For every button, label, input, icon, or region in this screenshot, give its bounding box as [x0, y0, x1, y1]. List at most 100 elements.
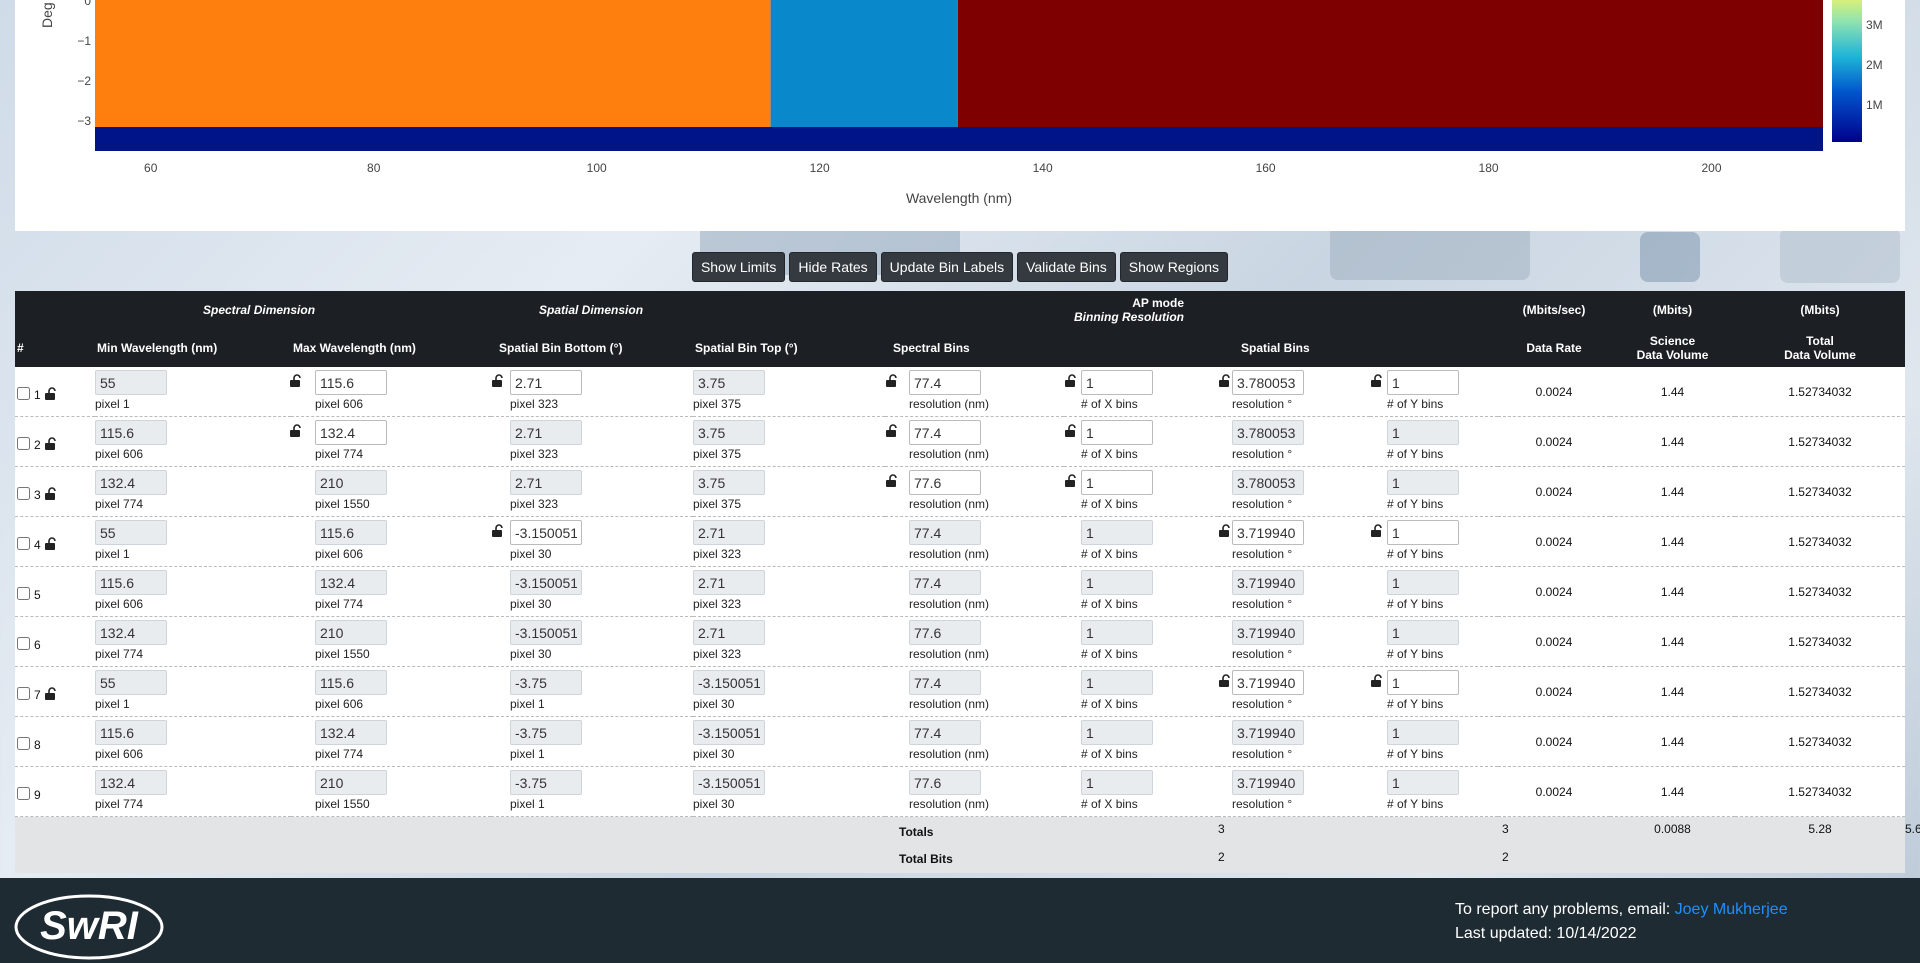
y-bins-input[interactable] [1387, 470, 1459, 495]
validate-bins-button[interactable]: Validate Bins [1017, 252, 1116, 282]
min-wavelength-input[interactable] [95, 470, 167, 495]
row-lock-icon[interactable] [44, 687, 57, 700]
spatial-bin-bottom-input[interactable] [510, 620, 582, 645]
row-select-checkbox[interactable] [17, 537, 30, 550]
unlock-icon[interactable] [1064, 374, 1078, 388]
min-wavelength-input[interactable] [95, 370, 167, 395]
spatial-bin-top-input[interactable] [693, 520, 765, 545]
row-select-checkbox[interactable] [17, 487, 30, 500]
spectral-resolution-input[interactable] [909, 720, 981, 745]
spatial-bin-top-input[interactable] [693, 370, 765, 395]
show-regions-button[interactable]: Show Regions [1119, 252, 1229, 282]
y-bins-input[interactable] [1387, 520, 1459, 545]
unlock-icon[interactable] [885, 374, 899, 388]
spectral-resolution-input[interactable] [909, 770, 981, 795]
x-bins-input[interactable] [1081, 720, 1153, 745]
spatial-bin-top-input[interactable] [693, 570, 765, 595]
spatial-resolution-input[interactable] [1232, 670, 1304, 695]
spectral-resolution-input[interactable] [909, 620, 981, 645]
contact-email-link[interactable]: Joey Mukherjee [1675, 901, 1788, 918]
row-lock-icon[interactable] [44, 437, 57, 450]
row-select-checkbox[interactable] [17, 587, 30, 600]
min-wavelength-input[interactable] [95, 620, 167, 645]
spatial-bin-bottom-input[interactable] [510, 670, 582, 695]
min-wavelength-input[interactable] [95, 670, 167, 695]
max-wavelength-input[interactable] [315, 720, 387, 745]
unlock-icon[interactable] [491, 374, 505, 388]
spatial-resolution-input[interactable] [1232, 420, 1304, 445]
spectral-resolution-input[interactable] [909, 670, 981, 695]
y-bins-input[interactable] [1387, 720, 1459, 745]
x-bins-input[interactable] [1081, 420, 1153, 445]
unlock-icon[interactable] [1370, 374, 1384, 388]
unlock-icon[interactable] [885, 424, 899, 438]
unlock-icon[interactable] [1370, 674, 1384, 688]
y-bins-input[interactable] [1387, 670, 1459, 695]
spatial-resolution-input[interactable] [1232, 470, 1304, 495]
spectral-resolution-input[interactable] [909, 570, 981, 595]
show-limits-button[interactable]: Show Limits [691, 252, 786, 282]
spectral-resolution-input[interactable] [909, 470, 981, 495]
unlock-icon[interactable] [289, 424, 303, 438]
unlock-icon[interactable] [1218, 374, 1232, 388]
spatial-bin-bottom-input[interactable] [510, 520, 582, 545]
row-select-checkbox[interactable] [17, 737, 30, 750]
x-bins-input[interactable] [1081, 470, 1153, 495]
spatial-bin-top-input[interactable] [693, 720, 765, 745]
max-wavelength-input[interactable] [315, 470, 387, 495]
row-select-checkbox[interactable] [17, 787, 30, 800]
y-bins-input[interactable] [1387, 620, 1459, 645]
row-lock-icon[interactable] [44, 487, 57, 500]
max-wavelength-input[interactable] [315, 520, 387, 545]
row-lock-icon[interactable] [44, 537, 57, 550]
spectral-resolution-input[interactable] [909, 420, 981, 445]
spatial-bin-top-input[interactable] [693, 420, 765, 445]
row-select-checkbox[interactable] [17, 387, 30, 400]
y-bins-input[interactable] [1387, 370, 1459, 395]
hide-rates-button[interactable]: Hide Rates [789, 252, 877, 282]
spectral-resolution-input[interactable] [909, 520, 981, 545]
row-select-checkbox[interactable] [17, 637, 30, 650]
max-wavelength-input[interactable] [315, 770, 387, 795]
spatial-bin-bottom-input[interactable] [510, 720, 582, 745]
spatial-resolution-input[interactable] [1232, 770, 1304, 795]
y-bins-input[interactable] [1387, 770, 1459, 795]
unlock-icon[interactable] [289, 374, 303, 388]
spatial-bin-bottom-input[interactable] [510, 420, 582, 445]
spatial-bin-top-input[interactable] [693, 670, 765, 695]
spatial-resolution-input[interactable] [1232, 570, 1304, 595]
spatial-resolution-input[interactable] [1232, 520, 1304, 545]
y-bins-input[interactable] [1387, 420, 1459, 445]
spatial-bin-bottom-input[interactable] [510, 370, 582, 395]
min-wavelength-input[interactable] [95, 720, 167, 745]
max-wavelength-input[interactable] [315, 620, 387, 645]
x-bins-input[interactable] [1081, 570, 1153, 595]
spatial-bin-top-input[interactable] [693, 770, 765, 795]
x-bins-input[interactable] [1081, 620, 1153, 645]
spatial-bin-top-input[interactable] [693, 620, 765, 645]
max-wavelength-input[interactable] [315, 420, 387, 445]
spatial-bin-top-input[interactable] [693, 470, 765, 495]
unlock-icon[interactable] [1370, 524, 1384, 538]
max-wavelength-input[interactable] [315, 570, 387, 595]
spatial-bin-bottom-input[interactable] [510, 570, 582, 595]
spectral-resolution-input[interactable] [909, 370, 981, 395]
spatial-bin-bottom-input[interactable] [510, 770, 582, 795]
unlock-icon[interactable] [1218, 524, 1232, 538]
x-bins-input[interactable] [1081, 370, 1153, 395]
min-wavelength-input[interactable] [95, 420, 167, 445]
max-wavelength-input[interactable] [315, 370, 387, 395]
spatial-resolution-input[interactable] [1232, 370, 1304, 395]
min-wavelength-input[interactable] [95, 770, 167, 795]
row-select-checkbox[interactable] [17, 437, 30, 450]
update-bin-labels-button[interactable]: Update Bin Labels [880, 252, 1014, 282]
row-lock-icon[interactable] [44, 387, 57, 400]
spatial-bin-bottom-input[interactable] [510, 470, 582, 495]
unlock-icon[interactable] [1064, 424, 1078, 438]
min-wavelength-input[interactable] [95, 520, 167, 545]
x-bins-input[interactable] [1081, 520, 1153, 545]
spatial-resolution-input[interactable] [1232, 720, 1304, 745]
x-bins-input[interactable] [1081, 670, 1153, 695]
unlock-icon[interactable] [885, 474, 899, 488]
row-select-checkbox[interactable] [17, 687, 30, 700]
